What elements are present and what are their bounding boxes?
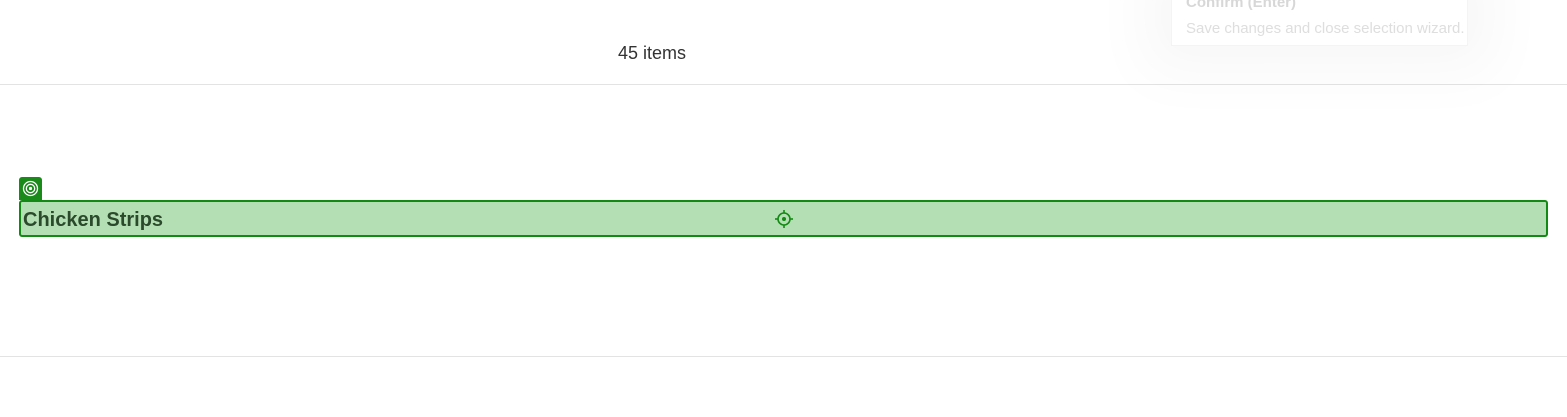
target-icon: [19, 177, 42, 200]
crosshair-icon: [775, 210, 793, 228]
tooltip-title: Confirm (Enter): [1186, 0, 1296, 11]
item-label: Chicken Strips: [23, 209, 164, 231]
selected-item-row[interactable]: Chicken Strips: [19, 200, 1548, 237]
tooltip-description: Save changes and close selection wizard.: [1186, 20, 1465, 37]
top-divider: [0, 84, 1567, 85]
bottom-divider: [0, 356, 1567, 357]
confirm-tooltip: Confirm (Enter) Save changes and close s…: [1171, 0, 1468, 46]
items-count: 45 items: [618, 43, 687, 63]
page: 45 items Confirm (Enter) Save changes an…: [0, 0, 1567, 417]
target-icon-glyph: [22, 180, 39, 197]
